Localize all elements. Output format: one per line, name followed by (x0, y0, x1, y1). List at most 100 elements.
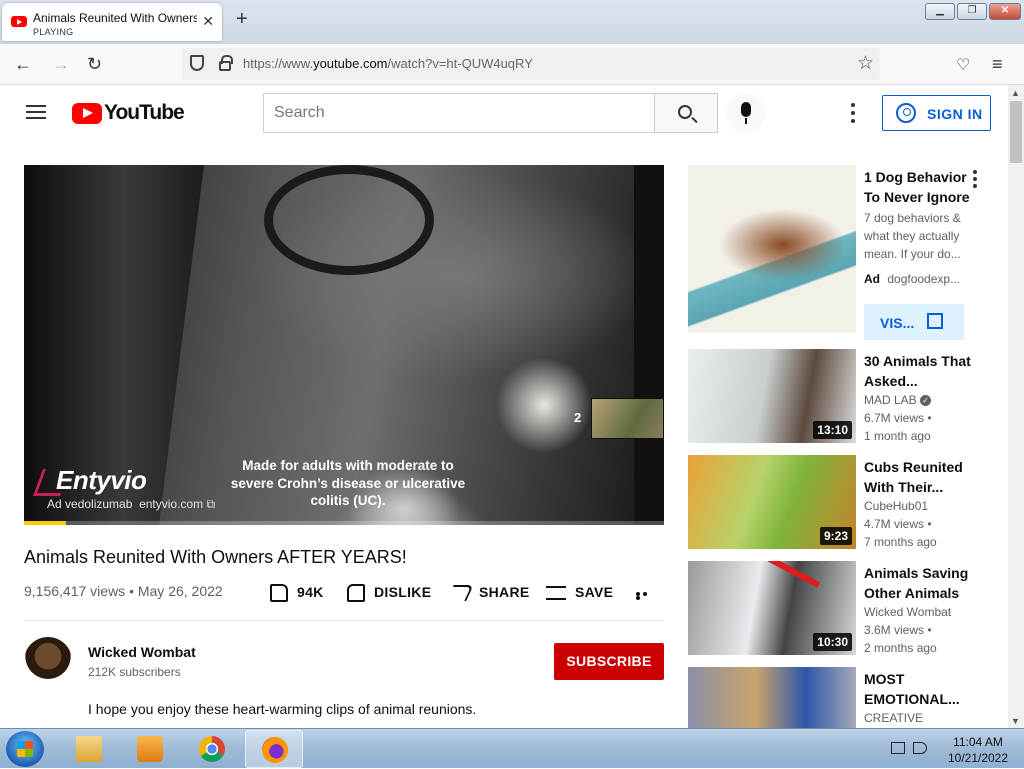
share-button[interactable]: SHARE (446, 584, 530, 602)
media-player-icon (137, 736, 163, 762)
back-arrow-icon[interactable]: ← (14, 54, 32, 75)
app-menu-icon[interactable]: ≡ (992, 54, 1003, 75)
save-button[interactable]: SAVE (546, 584, 613, 601)
volume-icon[interactable] (913, 742, 927, 754)
playlist-add-icon (546, 586, 566, 601)
browser-tab-bar: Animals Reunited With Owners AFTER YEARS… (0, 0, 1024, 44)
reload-icon[interactable]: ↻ (87, 54, 102, 75)
video-views-date: 9,156,417 views • May 26, 2022 (24, 583, 223, 599)
video-channel: MAD LAB ✓ (864, 393, 932, 407)
like-button[interactable]: 94K (270, 584, 324, 603)
ad-description: 7 dog behaviors & what they actually mea… (864, 211, 961, 261)
video-channel: Wicked Wombat (864, 605, 952, 619)
video-thumbnail[interactable]: 9:23 (688, 455, 856, 549)
video-duration: 13:10 (813, 421, 852, 439)
video-description: I hope you enjoy these heart-warming cli… (88, 701, 477, 717)
microphone-icon (741, 102, 751, 117)
subscribe-button[interactable]: SUBSCRIBE (554, 643, 664, 680)
account-icon (896, 103, 916, 123)
video-channel: CubeHub01 (864, 499, 929, 513)
video-title[interactable]: Animals Saving Other Animals (864, 563, 974, 603)
scroll-down-arrow-icon[interactable]: ▼ (1011, 716, 1020, 726)
taskbar-chrome[interactable] (183, 730, 241, 768)
video-views: 6.7M views • (864, 411, 932, 425)
taskbar-media-player[interactable] (121, 730, 179, 768)
ad-source: Ad dogfoodexp... (864, 272, 961, 286)
video-title[interactable]: 30 Animals That Asked... (864, 351, 974, 391)
ad-label-row[interactable]: Ad vedolizumab entyvio.com ⧉ (47, 497, 215, 512)
address-bar[interactable]: https://www.youtube.com/watch?v=ht-QUW4u… (182, 48, 880, 80)
youtube-header: YouTube SIGN IN (0, 85, 1008, 141)
pocket-icon[interactable]: ♡ (956, 55, 970, 75)
ad-options-icon[interactable] (973, 170, 977, 191)
video-views: 4.7M views • (864, 517, 932, 531)
sign-in-label: SIGN IN (927, 106, 983, 122)
voice-search-button[interactable] (726, 93, 766, 133)
search-button[interactable] (654, 93, 718, 133)
video-player[interactable]: 2 Entyvio Made for adults with moderate … (24, 165, 664, 525)
video-thumbnail[interactable]: 10:30 (688, 561, 856, 655)
bookmark-star-icon[interactable]: ☆ (857, 52, 874, 75)
network-icon[interactable] (891, 742, 905, 754)
browser-nav-bar: ← → ↻ https://www.youtube.com/watch?v=ht… (0, 44, 1024, 85)
sign-in-button[interactable]: SIGN IN (882, 95, 991, 131)
taskbar-firefox[interactable] (245, 730, 303, 768)
clock-time: 11:04 AM (953, 735, 1003, 749)
more-actions-icon[interactable] (636, 592, 654, 600)
divider (24, 620, 664, 621)
video-age: 7 months ago (864, 535, 937, 549)
share-arrow-icon (446, 585, 474, 602)
window-minimize-button[interactable]: ▁ (925, 3, 955, 20)
verified-check-icon: ✓ (920, 395, 932, 407)
tracking-shield-icon[interactable] (190, 55, 204, 71)
video-age: 1 month ago (864, 429, 931, 443)
channel-avatar[interactable] (24, 637, 72, 685)
firefox-icon (262, 737, 288, 763)
video-thumbnail[interactable] (688, 667, 856, 729)
search-input[interactable] (263, 93, 655, 133)
ad-thumbnail[interactable] (688, 165, 856, 333)
browser-tab[interactable]: Animals Reunited With Owners AFTER YEARS… (2, 3, 222, 41)
progress-fill (24, 521, 66, 525)
forward-arrow-icon[interactable]: → (52, 54, 70, 75)
taskbar-explorer[interactable] (60, 730, 118, 768)
red-arrow-graphic (767, 561, 821, 588)
video-duration: 10:30 (813, 633, 852, 651)
scrollbar-thumb[interactable] (1010, 101, 1022, 163)
youtube-logo-icon[interactable] (72, 103, 102, 124)
channel-name[interactable]: Wicked Wombat (88, 644, 196, 660)
video-title[interactable]: MOST EMOTIONAL... (864, 669, 974, 709)
window-close-button[interactable]: ✕ (989, 3, 1021, 20)
youtube-favicon-icon (11, 16, 27, 27)
video-views: 3.6M views • (864, 623, 932, 637)
visit-site-button[interactable]: VIS... (864, 304, 964, 340)
youtube-logo-text[interactable]: YouTube (104, 101, 185, 125)
system-tray: 11:04 AM 10/21/2022 (888, 729, 1024, 769)
page-scrollbar[interactable]: ▲ ▼ (1008, 85, 1024, 728)
next-ad-thumbnail[interactable] (591, 398, 664, 439)
external-link-icon (927, 313, 943, 329)
start-button[interactable] (6, 731, 44, 767)
video-duration: 9:23 (819, 527, 852, 545)
ad-title[interactable]: 1 Dog Behavior To Never Ignore (864, 167, 974, 207)
new-tab-icon[interactable]: + (236, 8, 248, 31)
video-progress-bar[interactable] (24, 521, 664, 525)
window-maximize-button[interactable]: ❐ (957, 3, 987, 20)
scroll-up-arrow-icon[interactable]: ▲ (1011, 88, 1020, 98)
thumbs-down-icon (347, 584, 365, 603)
dislike-button[interactable]: DISLIKE (347, 584, 431, 603)
folder-icon (76, 736, 102, 762)
ad-queue-count: 2 (574, 410, 582, 425)
thumbs-up-icon (270, 584, 288, 603)
url-text[interactable]: https://www.youtube.com/watch?v=ht-QUW4u… (243, 56, 533, 71)
hamburger-menu-icon[interactable] (26, 105, 46, 119)
video-channel: CREATIVE (864, 711, 924, 725)
video-title[interactable]: Cubs Reunited With Their... (864, 457, 974, 497)
close-tab-icon[interactable]: ✕ (202, 13, 214, 30)
tab-title: Animals Reunited With Owners AFTER YEARS… (33, 11, 197, 25)
settings-kebab-icon[interactable] (851, 103, 855, 123)
clock[interactable]: 11:04 AM 10/21/2022 (938, 734, 1018, 766)
video-thumbnail[interactable]: 13:10 (688, 349, 856, 443)
lock-icon[interactable] (219, 55, 233, 71)
windows-taskbar: 11:04 AM 10/21/2022 (0, 728, 1024, 768)
